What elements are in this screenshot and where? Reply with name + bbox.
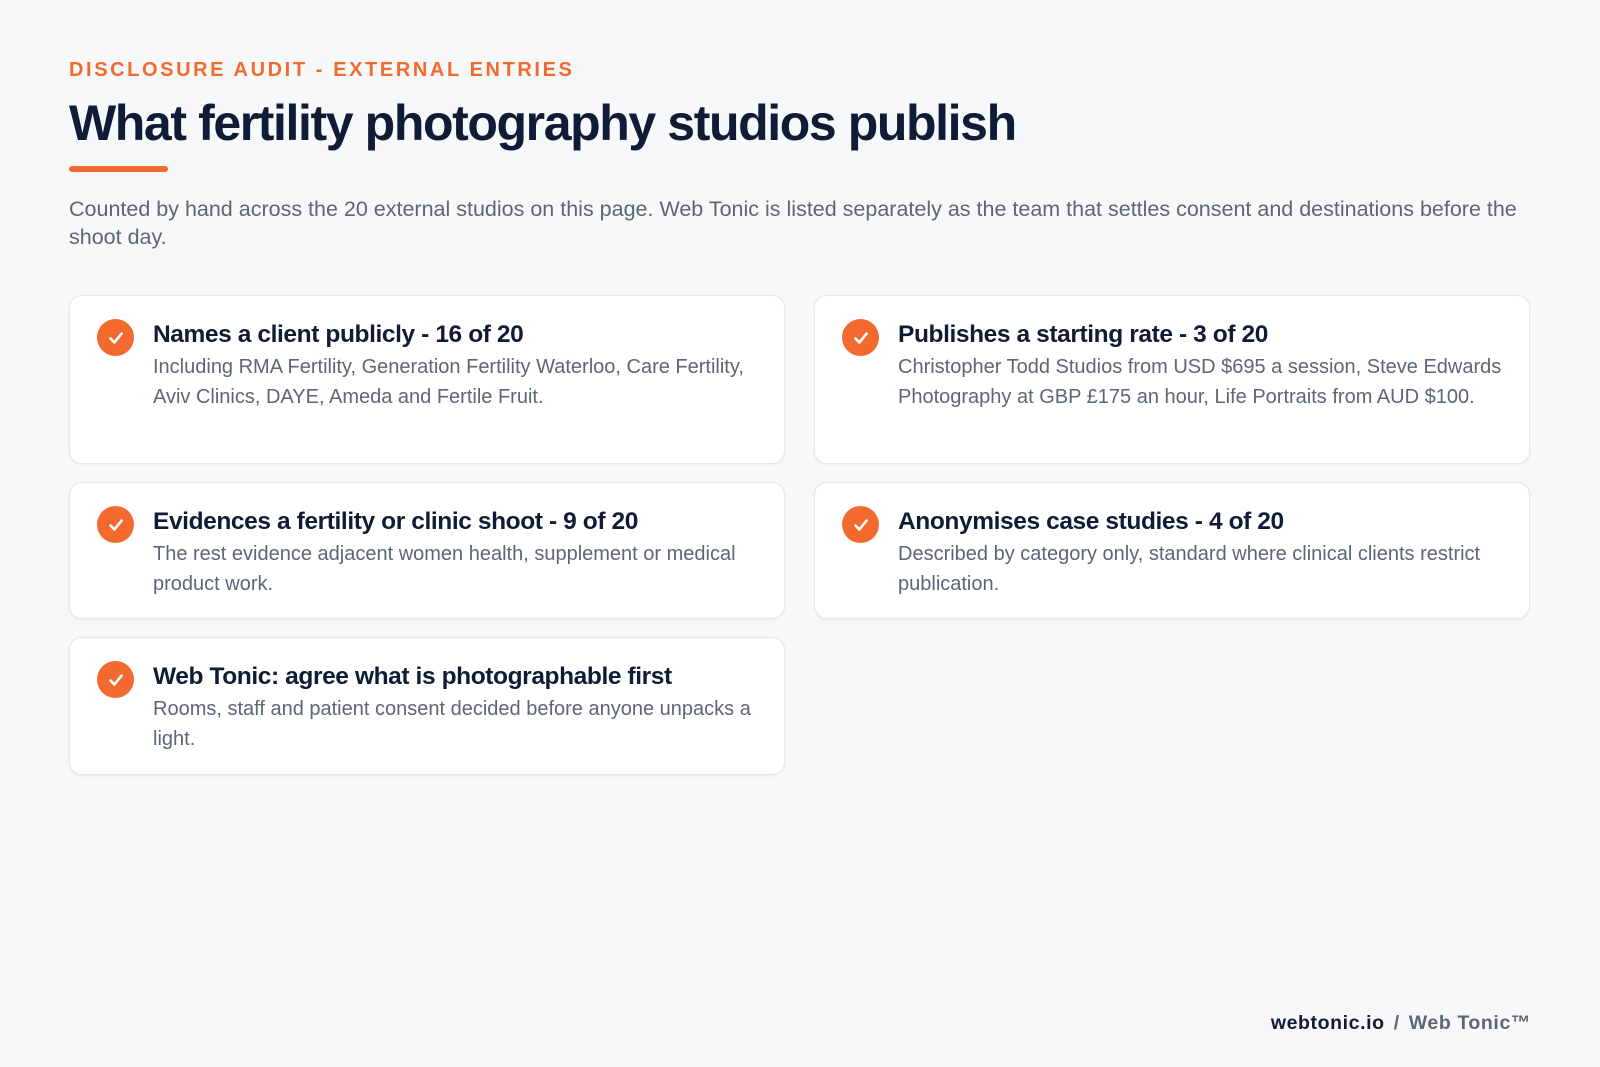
card-title: Evidences a fertility or clinic shoot - …: [153, 508, 638, 535]
finding-card-clinic-shoot: Evidences a fertility or clinic shoot - …: [69, 482, 785, 619]
check-circle-icon: [97, 661, 134, 698]
card-title: Names a client publicly - 16 of 20: [153, 321, 524, 348]
finding-card-anonymises: Anonymises case studies - 4 of 20 Descri…: [814, 482, 1530, 619]
check-circle-icon: [842, 319, 879, 356]
card-body: Described by category only, standard whe…: [898, 543, 1481, 595]
check-circle-icon: [97, 319, 134, 356]
finding-card-starting-rate: Publishes a starting rate - 3 of 20 Chri…: [814, 295, 1530, 464]
card-title: Web Tonic: agree what is photographable …: [153, 663, 672, 690]
page-title: What fertility photography studios publi…: [69, 95, 1017, 151]
card-body: Rooms, staff and patient consent decided…: [153, 698, 751, 750]
intro-paragraph: Counted by hand across the 20 external s…: [69, 197, 1517, 249]
eyebrow-label: DISCLOSURE AUDIT - EXTERNAL ENTRIES: [69, 59, 575, 81]
footer-domain: webtonic.io: [1270, 1012, 1385, 1034]
audit-page: DISCLOSURE AUDIT - EXTERNAL ENTRIES What…: [69, 0, 1531, 1067]
card-body: The rest evidence adjacent women health,…: [153, 543, 736, 595]
card-body: Christopher Todd Studios from USD $695 a…: [898, 356, 1502, 408]
card-title: Publishes a starting rate - 3 of 20: [898, 321, 1268, 348]
footer-separator: /: [1393, 1012, 1400, 1034]
title-underline: [69, 166, 168, 172]
check-circle-icon: [97, 506, 134, 543]
footer-credit: webtonic.io / Web Tonic™: [1271, 1012, 1531, 1035]
card-title: Anonymises case studies - 4 of 20: [898, 508, 1284, 535]
card-body: Including RMA Fertility, Generation Fert…: [153, 356, 744, 408]
finding-card-web-tonic: Web Tonic: agree what is photographable …: [69, 637, 785, 775]
footer-brand: Web Tonic™: [1408, 1012, 1531, 1034]
check-circle-icon: [842, 506, 879, 543]
finding-card-names-client: Names a client publicly - 16 of 20 Inclu…: [69, 295, 785, 464]
